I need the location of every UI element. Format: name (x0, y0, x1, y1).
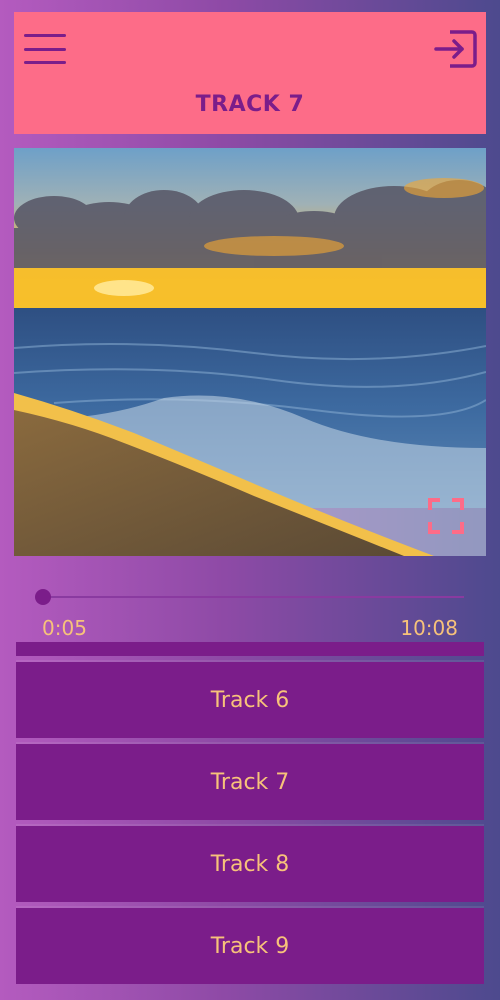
fullscreen-icon[interactable] (428, 498, 464, 534)
seek-bar[interactable] (35, 589, 464, 605)
track-item-8[interactable]: Track 8 (16, 826, 484, 902)
track-item-6[interactable]: Track 6 (16, 662, 484, 738)
video-player[interactable] (14, 148, 486, 556)
track-list: Track 6 Track 7 Track 8 Track 9 (16, 642, 484, 990)
track-item-9[interactable]: Track 9 (16, 908, 484, 984)
top-bar: TRACK 7 (14, 12, 486, 134)
list-item-partial[interactable] (16, 642, 484, 656)
current-time: 0:05 (42, 616, 87, 640)
duration-time: 10:08 (400, 616, 458, 640)
track-item-7[interactable]: Track 7 (16, 744, 484, 820)
page-title: TRACK 7 (195, 92, 305, 117)
sign-in-arrow-icon[interactable] (432, 28, 478, 70)
hamburger-menu-icon[interactable] (24, 34, 66, 64)
seek-thumb[interactable] (35, 589, 52, 605)
sunset-beach-video-frame (14, 148, 486, 556)
